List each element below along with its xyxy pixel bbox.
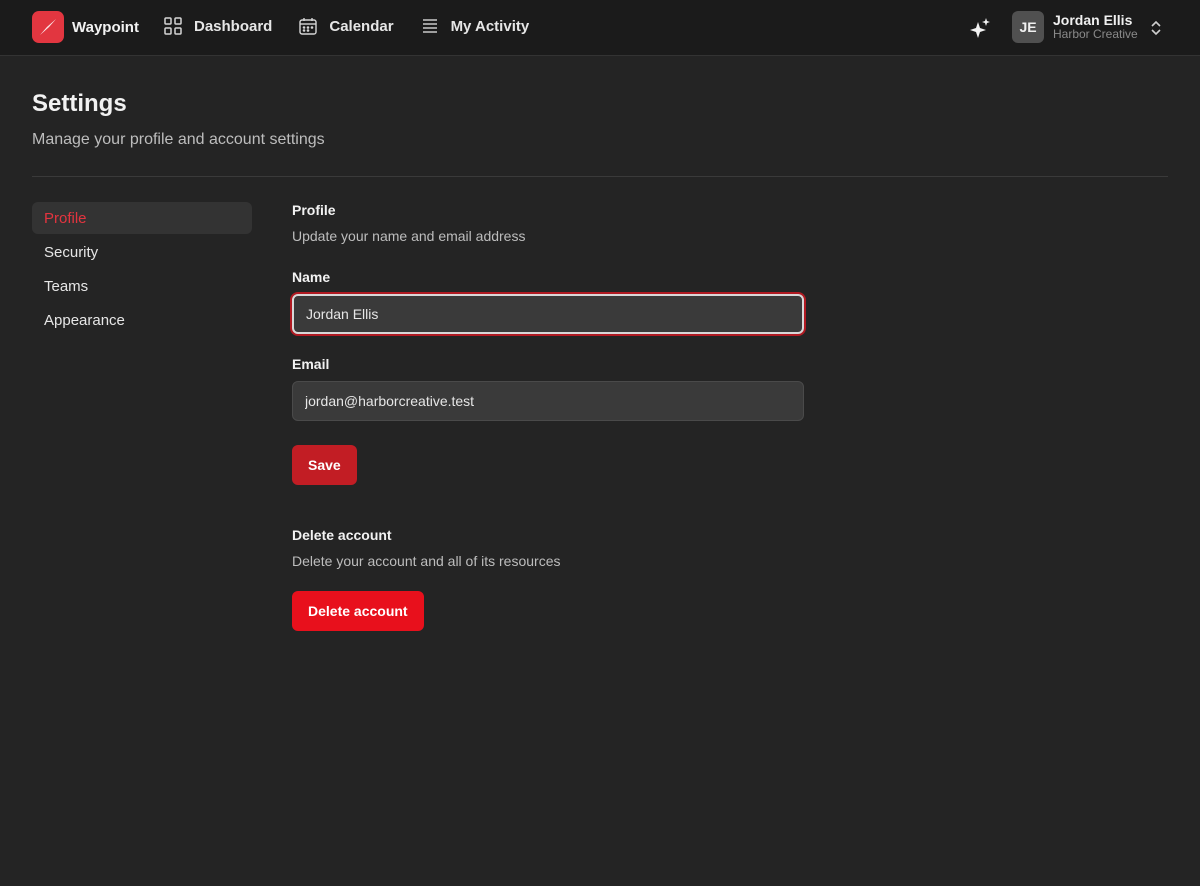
- email-label: Email: [292, 356, 330, 372]
- app-name: Waypoint: [72, 18, 139, 36]
- name-label: Name: [292, 269, 331, 285]
- chevron-up-down-icon[interactable]: [1150, 20, 1162, 41]
- nav-calendar-label: Calendar: [329, 17, 394, 35]
- name-field[interactable]: [292, 294, 804, 334]
- delete-account-button[interactable]: Delete account: [292, 591, 424, 631]
- page-title: Settings: [32, 90, 127, 117]
- save-button[interactable]: Save: [292, 445, 357, 485]
- sidebar-item-profile[interactable]: Profile: [32, 202, 252, 234]
- settings-sidebar: Profile Security Teams Appearance: [32, 202, 252, 338]
- avatar: JE: [1012, 11, 1044, 43]
- main-nav: Dashboard Calendar My Activity: [164, 17, 556, 35]
- sidebar-item-appearance[interactable]: Appearance: [32, 304, 252, 336]
- delete-section-title: Delete account: [292, 527, 392, 543]
- divider: [32, 176, 1168, 177]
- nav-calendar[interactable]: Calendar: [299, 17, 394, 35]
- settings-content: Profile Update your name and email addre…: [292, 202, 804, 631]
- profile-section-description: Update your name and email address: [292, 228, 526, 244]
- grid-icon: [164, 17, 182, 35]
- nav-dashboard-label: Dashboard: [194, 17, 273, 35]
- nav-my-activity[interactable]: My Activity: [421, 17, 530, 35]
- top-bar: Waypoint Dashboard Calendar My Activity …: [0, 0, 1200, 56]
- delete-section-description: Delete your account and all of its resou…: [292, 553, 561, 569]
- nav-my-activity-label: My Activity: [450, 17, 530, 35]
- user-name: Jordan Ellis: [1053, 12, 1133, 29]
- nav-dashboard[interactable]: Dashboard: [164, 17, 272, 35]
- page-subtitle: Manage your profile and account settings: [32, 131, 325, 148]
- list-icon: [421, 17, 439, 35]
- calendar-icon: [299, 17, 318, 35]
- user-org: Harbor Creative: [1053, 27, 1138, 42]
- email-field[interactable]: [292, 381, 804, 421]
- sparkle-icon[interactable]: [970, 18, 992, 43]
- compass-logo-icon: [32, 11, 64, 43]
- user-menu[interactable]: JE Jordan Ellis Harbor Creative: [1012, 11, 1138, 43]
- sidebar-item-security[interactable]: Security: [32, 236, 252, 268]
- brand[interactable]: Waypoint: [32, 11, 139, 43]
- sidebar-item-teams[interactable]: Teams: [32, 270, 252, 302]
- profile-section-title: Profile: [292, 202, 336, 218]
